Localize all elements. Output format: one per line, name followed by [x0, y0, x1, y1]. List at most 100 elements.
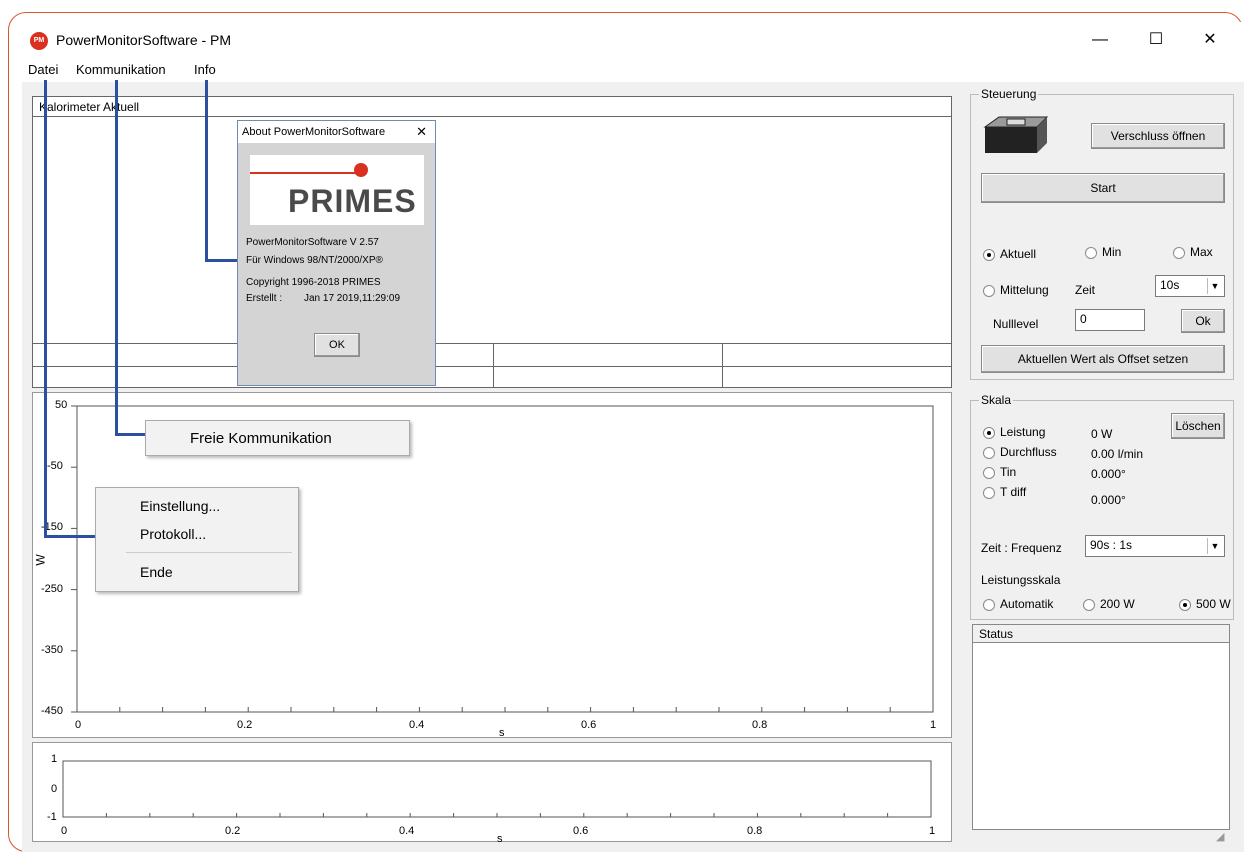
radio-mittelung-label: Mittelung [1000, 283, 1049, 297]
kalorimeter-header: Kalorimeter Aktuell [33, 97, 951, 117]
status-panel: Status [972, 624, 1230, 830]
kommunikation-menu: Freie Kommunikation [145, 420, 410, 456]
y-axis-label: W [33, 554, 48, 566]
tin-value: 0.000° [1091, 467, 1126, 481]
radio-automatik[interactable]: Automatik [983, 597, 1053, 611]
y-tick-label: -250 [41, 583, 64, 595]
about-created-label: Erstellt : [246, 293, 283, 304]
y-tick-label: -350 [41, 644, 64, 656]
radio-leistung-label: Leistung [1000, 425, 1046, 439]
about-ok-button[interactable]: OK [314, 333, 360, 357]
radio-min-label: Min [1102, 245, 1122, 259]
radio-dot-icon [1179, 598, 1191, 611]
menu-item-protokoll[interactable]: Protokoll... [140, 526, 206, 542]
verschluss-oeffnen-button[interactable]: Verschluss öffnen [1091, 123, 1225, 149]
radio-500w[interactable]: 500 W [1179, 597, 1231, 611]
offset-setzen-button[interactable]: Aktuellen Wert als Offset setzen [981, 345, 1225, 373]
logo-dot-icon [354, 163, 368, 177]
logo-line [250, 172, 358, 174]
menu-info[interactable]: Info [194, 62, 216, 77]
radio-dot-icon [983, 486, 995, 499]
steuerung-title: Steuerung [979, 87, 1039, 101]
about-version: PowerMonitorSoftware V 2.57 [246, 237, 379, 248]
start-button[interactable]: Start [981, 173, 1225, 203]
small-chart-svg [62, 760, 932, 818]
radio-200w-label: 200 W [1100, 597, 1135, 611]
radio-min[interactable]: Min [1085, 245, 1121, 259]
primes-logo: PRIMES [250, 155, 424, 225]
nulllevel-input[interactable]: 0 [1075, 309, 1145, 331]
zeit-label: Zeit [1075, 283, 1096, 297]
x-axis-label: s [497, 833, 503, 845]
logo-text: PRIMES [288, 183, 417, 219]
leistung-value: 0 W [1091, 427, 1113, 441]
zeit-frequenz-select[interactable]: 90s : 1s ▼ [1085, 535, 1225, 557]
resize-grip-icon[interactable]: ◢ [1216, 830, 1232, 846]
menu-item-einstellung[interactable]: Einstellung... [140, 498, 220, 514]
menu-item-freie-kommunikation[interactable]: Freie Kommunikation [190, 430, 332, 447]
x-tick-label: 0 [75, 719, 82, 731]
radio-durchfluss[interactable]: Durchfluss [983, 445, 1057, 459]
minimize-button[interactable]: — [1080, 26, 1120, 54]
datei-menu: Einstellung... Protokoll... Ende [95, 487, 299, 592]
x-tick-label: 0.8 [752, 719, 768, 731]
radio-automatik-label: Automatik [1000, 597, 1054, 611]
x-tick-label: 1 [929, 825, 936, 837]
y-tick-label: 50 [55, 399, 68, 411]
skala-title: Skala [979, 393, 1014, 407]
menu-kommunikation[interactable]: Kommunikation [76, 62, 166, 77]
x-tick-label: 0.8 [747, 825, 763, 837]
about-copyright: Copyright 1996-2018 PRIMES [246, 277, 381, 288]
zeit-frequenz-value: 90s : 1s [1090, 538, 1133, 552]
menu-item-ende[interactable]: Ende [140, 564, 173, 580]
table-divider [493, 343, 494, 388]
radio-aktuell[interactable]: Aktuell [983, 247, 1036, 261]
maximize-button[interactable]: ☐ [1136, 26, 1176, 54]
app-icon: PM [30, 32, 48, 50]
x-tick-label: 0.2 [237, 719, 253, 731]
radio-dot-icon [983, 598, 995, 611]
x-tick-label: 1 [930, 719, 937, 731]
menu-bar: Datei Kommunikation Info [22, 58, 1244, 82]
nulllevel-label: Nulllevel [993, 317, 1039, 331]
loeschen-button[interactable]: Löschen [1171, 413, 1225, 439]
callout-line-datei [44, 80, 47, 538]
radio-dot-icon [1085, 246, 1097, 259]
close-icon[interactable]: ✕ [416, 124, 427, 140]
radio-max[interactable]: Max [1173, 245, 1213, 259]
x-tick-label: 0.4 [409, 719, 425, 731]
about-dialog-title: About PowerMonitorSoftware [242, 126, 386, 138]
x-tick-label: 0.6 [573, 825, 589, 837]
chevron-down-icon: ▼ [1207, 278, 1222, 294]
table-divider [33, 366, 951, 367]
radio-aktuell-label: Aktuell [1000, 247, 1037, 261]
about-dialog-titlebar: About PowerMonitorSoftware ✕ [238, 121, 435, 143]
x-axis-label: s [499, 727, 505, 739]
close-button[interactable]: ✕ [1190, 26, 1230, 54]
radio-200w[interactable]: 200 W [1083, 597, 1135, 611]
radio-tin-label: Tin [1000, 465, 1017, 479]
nulllevel-ok-button[interactable]: Ok [1181, 309, 1225, 333]
status-header: Status [973, 625, 1229, 643]
radio-dot-icon [983, 248, 995, 261]
radio-leistung[interactable]: Leistung [983, 425, 1045, 439]
radio-tdiff[interactable]: T diff [983, 485, 1026, 499]
chevron-down-icon: ▼ [1207, 538, 1222, 554]
small-chart-plot-area [62, 760, 932, 818]
radio-dot-icon [983, 426, 995, 439]
menu-datei[interactable]: Datei [28, 62, 58, 77]
zeit-select[interactable]: 10s ▼ [1155, 275, 1225, 297]
radio-tin[interactable]: Tin [983, 465, 1016, 479]
x-tick-label: 0 [61, 825, 68, 837]
about-created-value: Jan 17 2019,11:29:09 [304, 293, 401, 304]
radio-mittelung[interactable]: Mittelung [983, 283, 1049, 297]
leistungsskala-label: Leistungsskala [981, 573, 1061, 587]
x-tick-label: 0.2 [225, 825, 241, 837]
small-chart-panel: 1 0 -1 0 0.2 0.4 0.6 0.8 1 s [32, 742, 952, 845]
y-tick-label: 0 [51, 783, 58, 795]
y-tick-label: -1 [47, 811, 57, 823]
callout-line-kommunikation [115, 80, 118, 436]
steuerung-group: Steuerung Verschluss öffnen Start Aktuel… [970, 87, 1234, 380]
x-tick-label: 0.6 [581, 719, 597, 731]
shutter-icon [983, 116, 1049, 153]
